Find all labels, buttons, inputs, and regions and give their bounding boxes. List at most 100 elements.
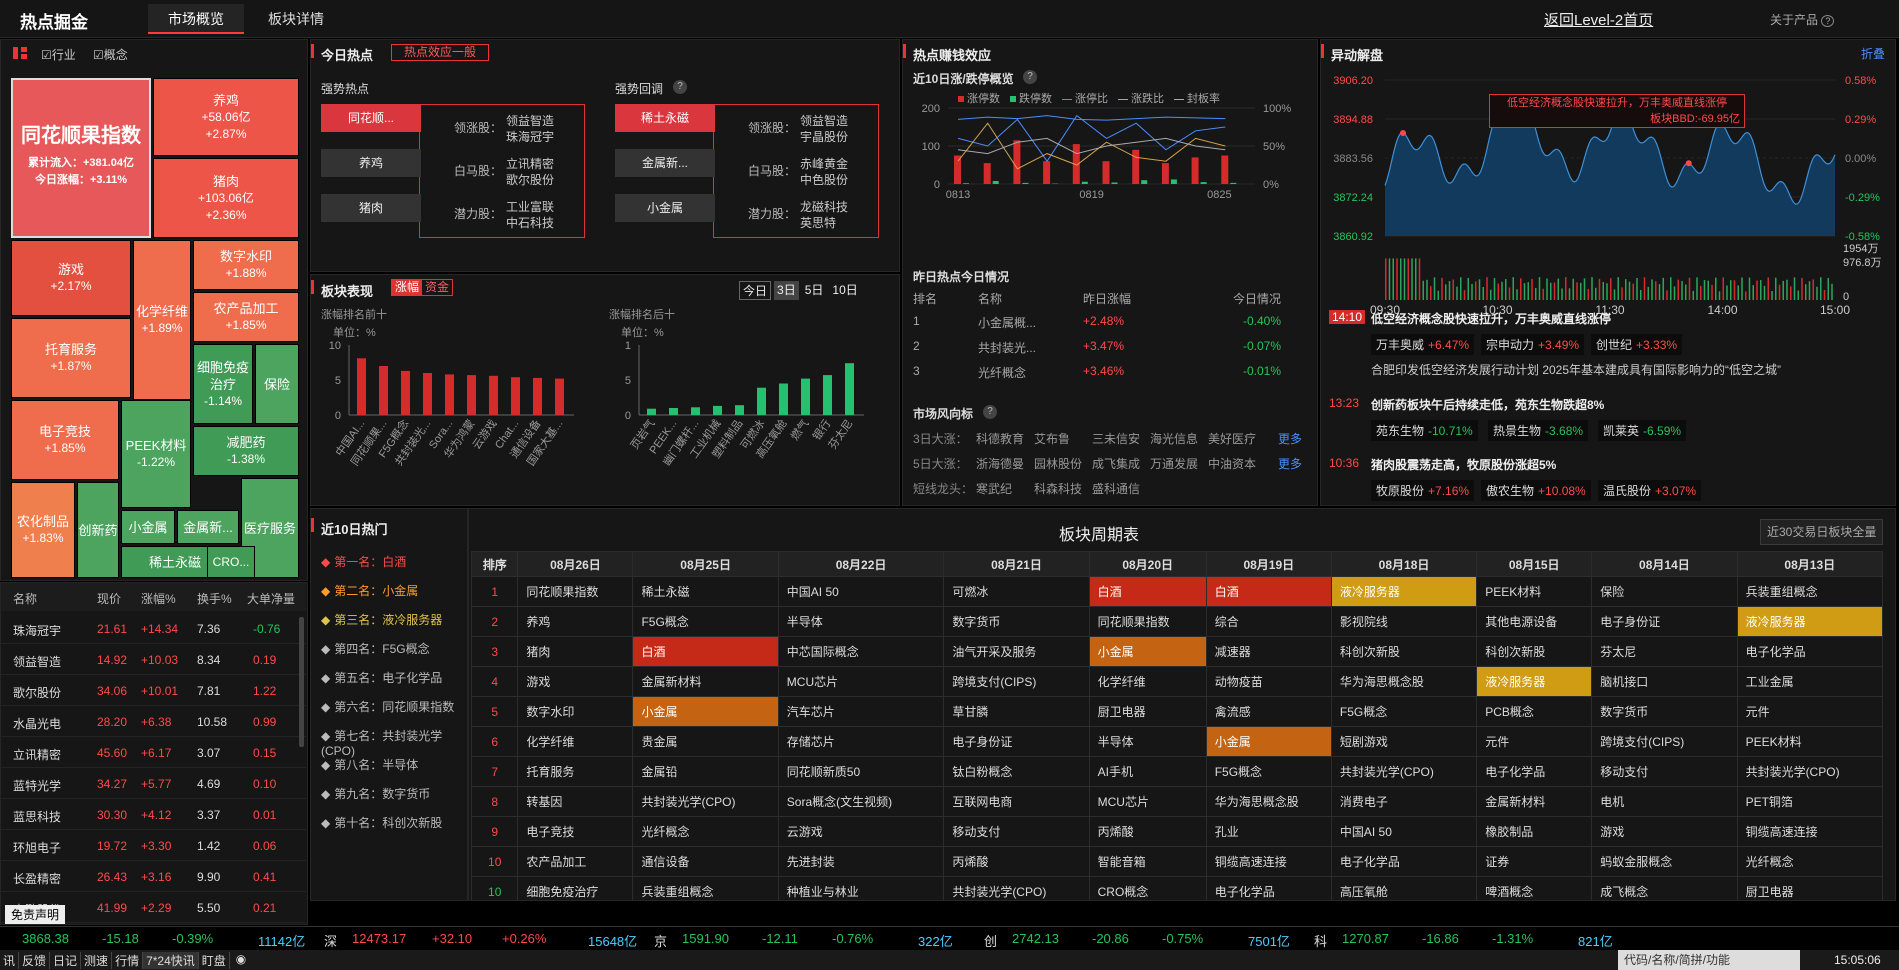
- treemap-tile[interactable]: 电子竞技 +1.85%: [11, 400, 119, 480]
- sector-cell[interactable]: 小金属: [1205, 726, 1332, 757]
- bar[interactable]: [691, 407, 700, 415]
- sector-cell[interactable]: 同花顺果指数: [1088, 606, 1207, 637]
- wind-stock[interactable]: 美好医疗: [1208, 430, 1256, 447]
- sector-cell[interactable]: 移动支付: [1591, 756, 1738, 787]
- treemap-tile[interactable]: 游戏 +2.17%: [11, 240, 131, 316]
- sector-cell[interactable]: 细胞免疫治疗: [517, 876, 634, 900]
- all-sectors-30d-button[interactable]: 近30交易日板块全量: [1760, 519, 1884, 545]
- sector-cell[interactable]: PET铜箔: [1736, 786, 1884, 817]
- wind-stock[interactable]: 园林股份: [1034, 455, 1082, 472]
- bar[interactable]: [735, 405, 744, 415]
- sector-cell[interactable]: 小金属: [632, 696, 779, 727]
- wind-stock[interactable]: 万通发展: [1150, 455, 1198, 472]
- treemap-tile[interactable]: 化学纤维 +1.89%: [133, 240, 191, 400]
- wind-stock[interactable]: 中油资本: [1208, 455, 1256, 472]
- hot10-item[interactable]: ◆ 第八名：半导体: [321, 756, 469, 773]
- sector-cell[interactable]: 丙烯酸: [1088, 816, 1207, 847]
- sector-cell[interactable]: 光纤概念: [632, 816, 779, 847]
- sector-cell[interactable]: 猪肉: [517, 636, 634, 667]
- ticker-value[interactable]: 7501亿: [1248, 931, 1290, 950]
- period-5d[interactable]: 5日: [802, 281, 827, 300]
- limit-down-bar[interactable]: [992, 180, 999, 184]
- sector-cell[interactable]: CRO概念: [1088, 876, 1207, 900]
- sector-cell[interactable]: 可燃冰: [943, 576, 1090, 607]
- news-stock-chip[interactable]: 创世纪 +3.33%: [1591, 334, 1683, 355]
- col-name[interactable]: 名称: [13, 590, 37, 607]
- treemap-tile[interactable]: 创新药: [77, 482, 119, 578]
- strong-hot-item[interactable]: 同花顺...: [321, 104, 421, 132]
- sector-cell[interactable]: 成飞概念: [1591, 876, 1738, 900]
- news-stock-chip[interactable]: 牧原股份 +7.16%: [1371, 480, 1475, 501]
- news-stock-chip[interactable]: 傲农生物 +10.08%: [1481, 480, 1591, 501]
- sector-cell[interactable]: 电子身份证: [1591, 606, 1738, 637]
- bar[interactable]: [401, 370, 410, 415]
- sector-cell[interactable]: 半导体: [1088, 726, 1207, 757]
- sector-cell[interactable]: 数字货币: [1591, 696, 1738, 727]
- stock-link[interactable]: 英思特: [800, 214, 836, 231]
- hot10-item[interactable]: ◆ 第五名：电子化学品: [321, 669, 469, 686]
- sector-cell[interactable]: 移动支付: [943, 816, 1090, 847]
- wind-stock[interactable]: 寒武纪: [976, 480, 1012, 497]
- sector-cell[interactable]: 数字水印: [517, 696, 634, 727]
- more-link[interactable]: 更多: [1278, 430, 1302, 447]
- toolbar-item[interactable]: 测速: [81, 952, 113, 969]
- wind-stock[interactable]: 海光信息: [1150, 430, 1198, 447]
- code-search-input[interactable]: 代码/名称/简拼/功能: [1618, 950, 1800, 970]
- bar[interactable]: [669, 408, 678, 415]
- sector-cell[interactable]: 兵装重组概念: [632, 876, 779, 900]
- sector-cell[interactable]: 橡胶制品: [1476, 816, 1593, 847]
- wind-stock[interactable]: 三未信安: [1092, 430, 1140, 447]
- sector-cell[interactable]: 科创次新股: [1330, 636, 1478, 667]
- filter-industry-checkbox[interactable]: ☑行业: [41, 46, 76, 63]
- bar[interactable]: [423, 373, 432, 415]
- stock-link[interactable]: 龙磁科技: [800, 198, 848, 215]
- sector-cell[interactable]: 农产品加工: [517, 846, 634, 877]
- table-row[interactable]: 9 电子竞技 光纤概念 云游戏 移动支付 丙烯酸 孔业 中国AI 50 橡胶制品 游戏 铜缆高速连接: [470, 816, 1884, 847]
- treemap-tile[interactable]: 小金属: [121, 510, 175, 544]
- treemap-tile[interactable]: 养鸡 +58.06亿 +2.87%: [153, 78, 299, 156]
- sector-cell[interactable]: MCU芯片: [1088, 786, 1207, 817]
- sector-cell[interactable]: 同花顺新质50: [777, 756, 945, 787]
- ticker-value[interactable]: +0.26%: [502, 931, 546, 946]
- ticker-value[interactable]: 11142亿: [258, 931, 305, 950]
- sector-cell[interactable]: 汽车芯片: [777, 696, 945, 727]
- sector-cell[interactable]: 云游戏: [777, 816, 945, 847]
- sector-cell[interactable]: 半导体: [777, 606, 945, 637]
- rebound-item[interactable]: 稀土永磁: [615, 104, 715, 132]
- sector-cell[interactable]: 工业金属: [1736, 666, 1884, 697]
- treemap-tile[interactable]: 保险: [255, 344, 299, 424]
- sector-cell[interactable]: 芬太尼: [1591, 636, 1738, 667]
- sector-cell[interactable]: 兵装重组概念: [1736, 576, 1884, 607]
- table-row[interactable]: 蓝思科技 30.30 +4.12 3.37 0.01: [1, 799, 306, 830]
- toolbar-item[interactable]: 日记: [50, 952, 82, 969]
- toolbar-item[interactable]: 讯: [0, 952, 20, 969]
- stock-list-scrollbar[interactable]: [299, 617, 304, 747]
- sector-cell[interactable]: 白酒: [632, 636, 779, 667]
- table-row[interactable]: 3 光纤概念 +3.46% -0.01%: [903, 359, 1319, 384]
- ticker-value[interactable]: -0.76%: [832, 931, 873, 946]
- limit-down-bar[interactable]: [1141, 180, 1148, 184]
- sector-cell[interactable]: 华为海思概念股: [1330, 666, 1478, 697]
- rebound-item[interactable]: 金属新...: [615, 149, 715, 177]
- news-stock-chip[interactable]: 温氏股份 +3.07%: [1598, 480, 1702, 501]
- sector-cell[interactable]: 电机: [1591, 786, 1738, 817]
- sector-cell[interactable]: 稀土永磁: [632, 576, 779, 607]
- sector-cell[interactable]: 铜缆高速连接: [1736, 816, 1884, 847]
- ticker-value[interactable]: 1270.87: [1342, 931, 1389, 946]
- sector-cell[interactable]: 中国AI 50: [777, 576, 945, 607]
- wind-stock[interactable]: 艾布鲁: [1034, 430, 1070, 447]
- limit-down-bar[interactable]: [1230, 182, 1237, 184]
- sector-cell[interactable]: 存储芯片: [777, 726, 945, 757]
- bar[interactable]: [379, 366, 388, 415]
- sector-cell[interactable]: 高压氧舱: [1330, 876, 1478, 900]
- sector-cell[interactable]: 元件: [1476, 726, 1593, 757]
- wind-stock[interactable]: 科德教育: [976, 430, 1024, 447]
- toolbar-item[interactable]: 反馈: [19, 952, 51, 969]
- sector-cell[interactable]: 短剧游戏: [1330, 726, 1478, 757]
- back-to-level2-link[interactable]: 返回Level-2首页: [1544, 9, 1653, 30]
- stock-link[interactable]: 宇晶股份: [800, 128, 848, 145]
- ticker-value[interactable]: -16.86: [1422, 931, 1459, 946]
- ticker-value[interactable]: 2742.13: [1012, 931, 1059, 946]
- limit-down-bar[interactable]: [1081, 181, 1088, 184]
- sector-cell[interactable]: 啤酒概念: [1476, 876, 1593, 900]
